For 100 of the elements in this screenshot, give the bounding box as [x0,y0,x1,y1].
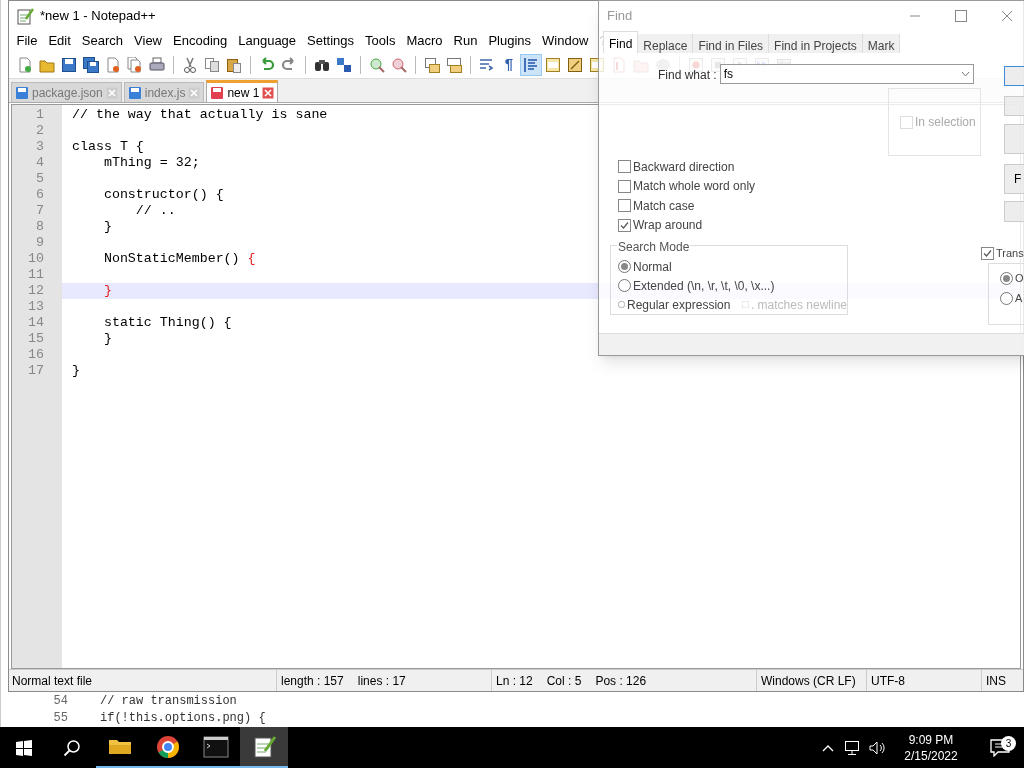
selected-radio-button[interactable] [1000,271,1013,285]
menu-item[interactable]: Language [232,31,302,51]
chevron-down-icon [960,71,970,77]
line-number: 5 [36,171,44,187]
code-line: } [102,219,112,235]
close-file-icon[interactable] [105,56,121,73]
checkbox[interactable] [618,160,631,174]
radio-label: A [1015,290,1023,306]
radio-button[interactable] [618,279,631,292]
dialog-button[interactable]: F [1004,164,1024,194]
code-line: // the way that actually is sane [71,107,328,123]
line-number: 4 [36,155,44,171]
status-text: lines : 17 [357,672,406,690]
line-number: 14 [28,315,44,331]
menu-item[interactable]: File [11,31,43,51]
undo-icon[interactable] [259,56,275,73]
line-number: 1 [36,107,44,123]
close-icon[interactable] [1001,10,1013,22]
option-label: Match case [633,197,695,215]
close-icon[interactable] [262,86,275,99]
menu-item[interactable]: Tools [359,31,401,51]
menu-item[interactable]: Search [76,31,129,51]
show-all-characters-button[interactable]: ¶ [498,53,520,76]
checked-checkbox[interactable] [618,218,631,232]
radio-button[interactable] [1000,291,1013,305]
dialog-tab[interactable]: Replace [638,34,694,53]
status-text: Ln : 12 [496,672,533,690]
search-combo-box[interactable]: fs [719,64,974,84]
code-line: NonStaticMember() { [102,251,256,267]
save-all-icon[interactable] [83,56,99,73]
checkbox[interactable] [618,179,631,193]
radio-button[interactable] [618,298,625,311]
menu-item[interactable]: Settings [301,31,360,51]
window-pair-icon[interactable] [446,56,462,73]
code-line: } [102,331,112,347]
line-number: 16 [28,347,44,363]
search-icon[interactable] [63,738,81,757]
menu-item[interactable]: Macro [400,31,449,51]
copy-icon[interactable] [204,56,220,73]
tab-label: package.json [32,84,103,102]
notification-icon[interactable] [990,738,1010,757]
notepad-icon [251,733,277,760]
word-wrap-icon[interactable] [479,56,495,73]
dialog-title: Find [607,7,634,26]
dialog-tab[interactable]: Mark [862,34,901,53]
menu-item[interactable]: View [128,31,168,51]
menu-item[interactable]: Run [448,31,483,51]
dialog-tab[interactable]: Find in Files [693,34,770,53]
taskbar-button[interactable] [240,727,288,768]
zoom-in-icon[interactable] [369,56,385,73]
replace-icon[interactable] [336,56,352,73]
menu-item[interactable]: Plugins [482,31,537,51]
printer-icon[interactable] [149,56,165,73]
line-number: 8 [36,219,44,235]
document-tab[interactable]: new 1 [206,80,279,102]
line-number: 13 [28,299,44,315]
window-title: *new 1 - Notepad++ [40,7,156,26]
volume-icon[interactable] [868,739,886,756]
selected-radio-button[interactable] [618,260,631,273]
notification-count: 3 [1001,735,1016,751]
status-text: Col : 5 [546,672,582,690]
windows-start-icon[interactable] [16,739,32,756]
line-number: 17 [28,363,44,379]
menu-item[interactable]: Encoding [167,31,233,51]
checked-checkbox[interactable] [981,246,994,260]
line-number: 55 [52,709,69,727]
terminal-icon [203,733,229,760]
scissors-icon[interactable] [182,56,198,73]
redo-icon[interactable] [281,56,297,73]
chevron-up-icon[interactable] [822,743,834,752]
status-text: length : 157 [281,672,344,690]
dialog-tab[interactable]: Find in Projects [769,34,863,53]
document-map-icon[interactable] [567,56,583,73]
panel-icon[interactable] [545,56,561,73]
clipboard-icon[interactable] [226,56,242,73]
radio-label: Normal [633,258,672,276]
option-label: Match whole word only [633,178,756,196]
code-line: class T { [71,139,144,155]
line-number: 3 [36,139,44,155]
clock[interactable]: 9:09 PM 2/15/2022 [886,731,976,764]
checkbox[interactable] [618,199,631,213]
option-label: Trans [996,245,1024,261]
line-number: 6 [36,187,44,203]
code-line: static Thing() { [102,315,232,331]
code-line: // raw transmission [99,692,237,710]
line-number: 12 [28,283,44,299]
close-all-icon[interactable] [127,56,143,73]
new-file-icon[interactable] [17,56,33,73]
save-icon[interactable] [61,56,77,73]
window-pair-icon[interactable] [424,56,440,73]
tab-label: new 1 [227,84,260,102]
line-number: 10 [28,251,44,267]
radio-label: O [1015,270,1024,286]
menu-item[interactable]: Edit [42,31,77,51]
indent-guide-icon[interactable] [523,56,539,73]
network-icon[interactable] [844,739,862,756]
maximize-icon[interactable] [955,10,967,22]
menu-item[interactable]: Window [536,31,594,51]
zoom-out-icon[interactable] [391,56,407,73]
status-text: Normal text file [12,672,93,690]
